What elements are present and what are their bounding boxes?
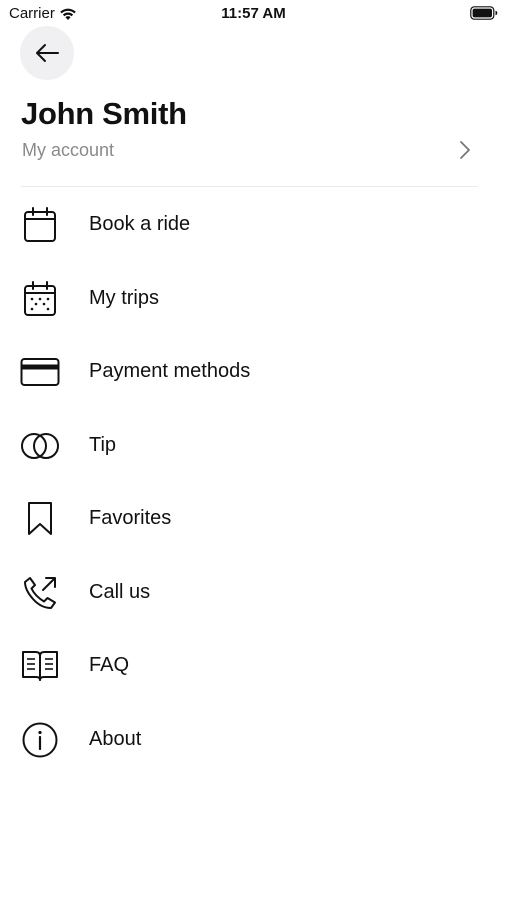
menu-item-label: Favorites <box>89 507 172 529</box>
menu-item-label: Tip <box>89 433 117 456</box>
menu-item-label: My trips <box>89 286 159 309</box>
menu-item-call-us[interactable]: Call us <box>0 556 507 630</box>
arrow-left-icon <box>36 44 59 62</box>
menu-item-label: Book a ride <box>89 213 191 235</box>
menu-item-label: Call us <box>89 580 151 603</box>
divider <box>21 186 478 187</box>
bookmark-icon <box>19 499 61 539</box>
menu-item-faq[interactable]: FAQ <box>0 629 507 703</box>
overlapping-circles-icon <box>19 426 61 466</box>
menu-list: Book a ride My trips Payment methods Tip… <box>0 188 507 776</box>
chevron-right-icon <box>460 141 470 159</box>
phone-outgoing-icon <box>19 573 61 613</box>
status-bar: Carrier 11:57 AM <box>0 0 507 28</box>
open-book-icon <box>19 646 61 686</box>
menu-item-label: FAQ <box>89 654 130 676</box>
menu-item-label: Payment methods <box>89 360 251 382</box>
info-icon <box>19 720 61 760</box>
battery-icon <box>470 6 498 20</box>
menu-item-my-trips[interactable]: My trips <box>0 262 507 336</box>
my-account-label: My account <box>22 140 115 160</box>
menu-item-payment-methods[interactable]: Payment methods <box>0 335 507 409</box>
menu-item-tip[interactable]: Tip <box>0 409 507 483</box>
status-time: 11:57 AM <box>221 5 286 22</box>
calendar-dots-icon <box>19 279 61 319</box>
back-button[interactable] <box>20 26 74 80</box>
credit-card-icon <box>19 352 61 392</box>
user-name: John Smith <box>21 96 187 131</box>
menu-item-about[interactable]: About <box>0 703 507 777</box>
menu-item-label: About <box>89 727 142 750</box>
my-account-link[interactable]: My account <box>0 132 507 168</box>
menu-item-favorites[interactable]: Favorites <box>0 482 507 556</box>
menu-item-book-a-ride[interactable]: Book a ride <box>0 188 507 262</box>
calendar-icon <box>19 205 61 245</box>
